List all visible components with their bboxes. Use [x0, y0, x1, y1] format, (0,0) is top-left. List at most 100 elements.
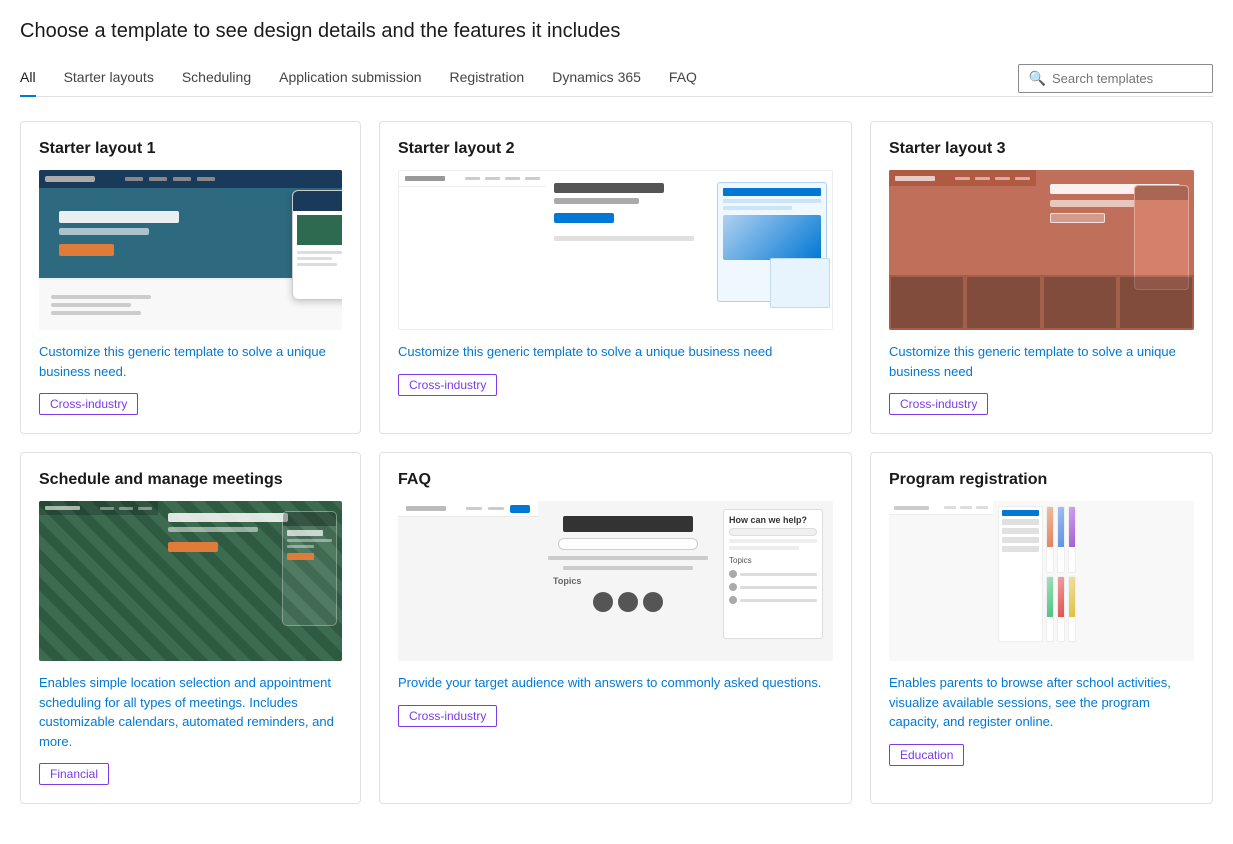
- search-input[interactable]: [1052, 71, 1202, 86]
- card-tag-starter-1: Cross-industry: [39, 393, 138, 415]
- photo-block-4: [1120, 277, 1192, 328]
- tab-application-submission[interactable]: Application submission: [279, 61, 421, 97]
- sl2-headline: [554, 183, 664, 193]
- tab-scheduling[interactable]: Scheduling: [182, 61, 251, 97]
- prog-card-1: [1046, 506, 1054, 573]
- prog-card-content-2: [1058, 547, 1064, 571]
- faq-widget-topics-label: Topics: [729, 556, 817, 565]
- preview-nav: [125, 177, 215, 181]
- faq-dot-line-3: [740, 599, 817, 602]
- faq-widget-line1: [729, 539, 817, 543]
- schedule-mobile-line1: [287, 539, 332, 542]
- card-preview-starter-3: [889, 170, 1194, 330]
- page-title: Choose a template to see design details …: [20, 20, 1213, 43]
- faq-topic-icon-2: [618, 592, 638, 612]
- template-grid: Starter layout 1: [20, 121, 1213, 804]
- prog-card-img-3: [1069, 507, 1075, 547]
- prog-nav: [944, 506, 988, 509]
- faq-widget-line2: [729, 546, 799, 550]
- card-desc-schedule: Enables simple location selection and ap…: [39, 673, 342, 751]
- mobile-line3: [297, 263, 337, 266]
- template-card-starter-3[interactable]: Starter layout 3: [870, 121, 1213, 434]
- faq-topics-label: Topics: [548, 576, 708, 586]
- card-preview-starter-2: [398, 170, 833, 330]
- sl2-intro: [554, 236, 694, 241]
- mobile-header: [293, 191, 342, 211]
- schedule-headline: [168, 513, 288, 522]
- faq-widget: How can we help? Topics: [723, 509, 823, 639]
- sl2-logo: [405, 176, 445, 181]
- preview-btn: [59, 244, 114, 256]
- search-box[interactable]: 🔍: [1018, 64, 1213, 93]
- faq-widget-topic-2: [729, 583, 817, 591]
- faq-dot-line-2: [740, 586, 817, 589]
- faq-topic-icon-3: [643, 592, 663, 612]
- prog-card-content-1: [1047, 547, 1053, 571]
- sl2-img-small: [770, 258, 830, 308]
- template-card-faq[interactable]: FAQ Topics: [379, 452, 852, 804]
- prog-card-4: [1046, 576, 1054, 643]
- sl2-img-thumb: [723, 215, 821, 260]
- mobile-content: [293, 211, 342, 270]
- tab-all[interactable]: All: [20, 61, 36, 97]
- sl3-nav: [955, 177, 1030, 180]
- faq-widget-topic-1: [729, 570, 817, 578]
- prog-logo: [894, 506, 929, 510]
- card-preview-starter-1: [39, 170, 342, 330]
- faq-topic-row: [588, 592, 668, 612]
- faq-dot-line-1: [740, 573, 817, 576]
- prog-card-content-6: [1069, 617, 1075, 641]
- faq-topic-icon-1: [593, 592, 613, 612]
- schedule-btn: [168, 542, 218, 552]
- schedule-nav: [100, 507, 152, 510]
- faq-dot-1: [729, 570, 737, 578]
- prog-card-img-4: [1047, 577, 1053, 617]
- faq-dot-3: [729, 596, 737, 604]
- card-title-program-reg: Program registration: [889, 471, 1194, 489]
- card-title-starter-3: Starter layout 3: [889, 140, 1194, 158]
- faq-logo: [406, 506, 446, 511]
- template-card-schedule[interactable]: Schedule and manage meetings: [20, 452, 361, 804]
- faq-search-bar: [558, 538, 698, 550]
- schedule-sub: [168, 527, 258, 532]
- prog-card-6: [1068, 576, 1076, 643]
- schedule-mobile-header: [283, 512, 336, 526]
- sl2-widget-line2: [723, 206, 792, 210]
- schedule-mobile: [282, 511, 337, 626]
- tab-starter-layouts[interactable]: Starter layouts: [64, 61, 154, 97]
- tab-registration[interactable]: Registration: [450, 61, 525, 97]
- faq-widget-search: [729, 528, 817, 536]
- tab-faq[interactable]: FAQ: [669, 61, 697, 97]
- faq-left: Topics: [538, 501, 718, 645]
- preview-mobile: [292, 190, 342, 300]
- schedule-mobile-line2: [287, 545, 314, 548]
- nav-tabs: All Starter layouts Scheduling Applicati…: [20, 61, 1018, 96]
- faq-widget-topic-3: [729, 596, 817, 604]
- preview-subline: [59, 228, 149, 235]
- card-desc-starter-2: Customize this generic template to solve…: [398, 342, 833, 362]
- preview-logo: [45, 176, 95, 182]
- prog-card-img-6: [1069, 577, 1075, 617]
- faq-text2: [563, 566, 693, 570]
- template-card-starter-2[interactable]: Starter layout 2: [379, 121, 852, 434]
- text-line-1: [51, 295, 151, 299]
- sidebar-item-2: [1002, 519, 1039, 525]
- sl3-mobile-header: [1135, 186, 1188, 200]
- prog-sidebar: [998, 506, 1043, 642]
- prog-card-3: [1068, 506, 1076, 573]
- prog-card-img-1: [1047, 507, 1053, 547]
- faq-right: How can we help? Topics: [718, 501, 828, 645]
- tab-dynamics-365[interactable]: Dynamics 365: [552, 61, 641, 97]
- template-card-program-reg[interactable]: Program registration: [870, 452, 1213, 804]
- prog-card-content-5: [1058, 617, 1064, 641]
- schedule-header: [39, 501, 158, 515]
- card-tag-schedule: Financial: [39, 763, 109, 785]
- faq-dot-2: [729, 583, 737, 591]
- faq-header: [398, 501, 538, 517]
- prog-body: [993, 501, 1081, 647]
- card-preview-schedule: [39, 501, 342, 661]
- template-card-starter-1[interactable]: Starter layout 1: [20, 121, 361, 434]
- sl3-header: [889, 170, 1036, 186]
- prog-card-5: [1057, 576, 1065, 643]
- prog-card-content-3: [1069, 547, 1075, 571]
